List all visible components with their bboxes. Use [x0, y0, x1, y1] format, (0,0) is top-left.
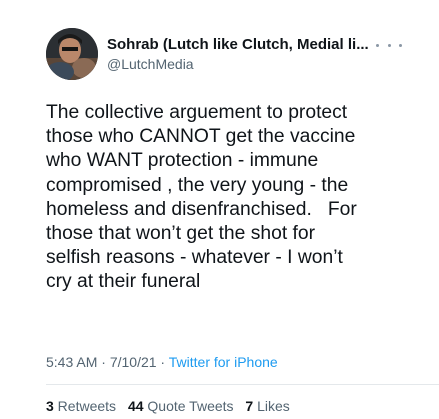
likes-label: Likes	[253, 398, 290, 414]
tweet-stats: 3 Retweets 44 Quote Tweets 7 Likes	[46, 398, 298, 414]
more-dot	[399, 43, 402, 47]
author-names: Sohrab (Lutch like Clutch, Medial li... …	[107, 36, 387, 73]
meta-separator: ·	[156, 354, 169, 370]
author-handle[interactable]: @LutchMedia	[107, 55, 387, 73]
avatar[interactable]	[46, 28, 98, 80]
meta-separator: ·	[97, 354, 110, 370]
likes-stat[interactable]: 7 Likes	[245, 398, 289, 414]
more-dot	[387, 43, 391, 47]
divider	[46, 384, 439, 385]
tweet-date[interactable]: 7/10/21	[110, 354, 157, 370]
tweet-meta: 5:43 AM · 7/10/21 · Twitter for iPhone	[46, 354, 278, 370]
tweet-text: The collective arguement to protect thos…	[46, 102, 357, 293]
tweet-source-link[interactable]: Twitter for iPhone	[169, 354, 278, 370]
tweet-header: Sohrab (Lutch like Clutch, Medial li... …	[46, 28, 426, 80]
tweet-time[interactable]: 5:43 AM	[46, 354, 97, 370]
more-dot	[376, 43, 379, 47]
retweets-stat[interactable]: 3 Retweets	[46, 398, 116, 414]
avatar-image	[46, 28, 98, 80]
quote-tweets-count: 44	[127, 398, 144, 414]
retweets-count: 3	[46, 398, 54, 414]
more-horizontal-icon[interactable]	[376, 38, 402, 52]
quote-tweets-label: Quote Tweets	[143, 398, 234, 414]
tweet: Sohrab (Lutch like Clutch, Medial li... …	[0, 0, 439, 419]
display-name[interactable]: Sohrab (Lutch like Clutch, Medial li...	[107, 36, 387, 54]
quote-tweets-stat[interactable]: 44 Quote Tweets	[128, 398, 234, 414]
retweets-label: Retweets	[53, 398, 117, 414]
